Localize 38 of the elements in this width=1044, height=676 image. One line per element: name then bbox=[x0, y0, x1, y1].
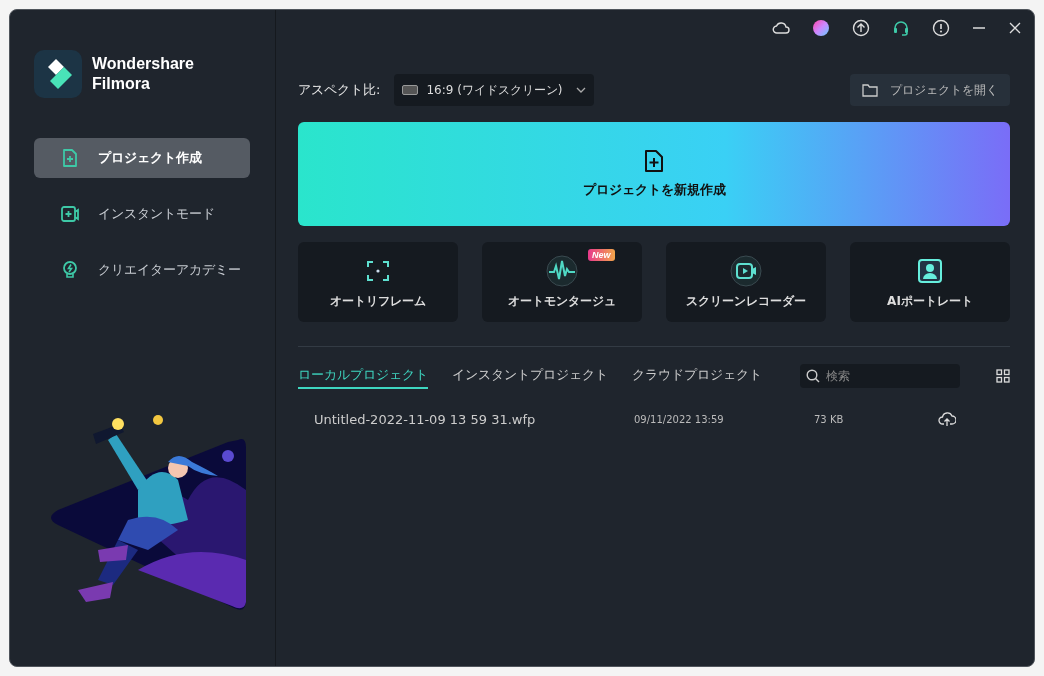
chevron-down-icon bbox=[576, 87, 587, 93]
project-size: 73 KB bbox=[814, 413, 845, 425]
cloud-upload-icon[interactable] bbox=[938, 411, 956, 427]
project-date: 09/11/2022 13:59 bbox=[634, 413, 725, 425]
grid-view-icon[interactable] bbox=[996, 369, 1010, 383]
brand-name: Wondershare Filmora bbox=[92, 54, 195, 94]
project-tab[interactable]: クラウドプロジェクト bbox=[632, 363, 762, 389]
avatar-icon[interactable] bbox=[812, 19, 830, 37]
screen-record-icon bbox=[730, 254, 762, 287]
headset-icon[interactable] bbox=[892, 19, 910, 37]
search-field[interactable]: 検索 bbox=[800, 364, 960, 388]
tool-card[interactable]: オートリフレーム bbox=[298, 242, 458, 322]
tool-card[interactable]: AIポートレート bbox=[850, 242, 1010, 322]
cloud-icon[interactable] bbox=[772, 21, 790, 35]
upload-icon[interactable] bbox=[852, 19, 870, 37]
close-icon[interactable] bbox=[1008, 21, 1022, 35]
screen-icon bbox=[402, 85, 419, 95]
folder-icon bbox=[862, 83, 878, 97]
new-badge: New bbox=[588, 249, 615, 261]
nav-item[interactable]: プロジェクト作成 bbox=[34, 138, 250, 178]
project-tab[interactable]: インスタントプロジェクト bbox=[452, 363, 608, 389]
nav-item[interactable]: インスタントモード bbox=[34, 194, 250, 234]
waveform-icon bbox=[546, 254, 578, 287]
lightbulb-icon bbox=[60, 260, 80, 280]
new-project-button[interactable]: プロジェクトを新規作成 bbox=[298, 122, 1010, 226]
tool-card[interactable]: New オートモンタージュ bbox=[482, 242, 642, 322]
open-project-button[interactable]: プロジェクトを開く bbox=[850, 74, 1010, 106]
new-file-icon bbox=[643, 149, 665, 173]
logo-icon bbox=[34, 50, 82, 98]
alert-icon[interactable] bbox=[932, 19, 950, 37]
nav-item[interactable]: クリエイターアカデミー bbox=[34, 250, 250, 290]
new-file-icon bbox=[60, 148, 80, 168]
project-tab[interactable]: ローカルプロジェクト bbox=[298, 363, 428, 389]
project-name[interactable]: Untitled-2022-11-09 13 59 31.wfp bbox=[314, 411, 634, 427]
aspect-ratio-dropdown[interactable]: 16:9 (ワイドスクリーン) bbox=[394, 74, 595, 106]
aspect-ratio-label: アスペクト比: bbox=[298, 81, 381, 99]
video-plus-icon bbox=[60, 204, 80, 224]
tool-card[interactable]: スクリーンレコーダー bbox=[666, 242, 826, 322]
